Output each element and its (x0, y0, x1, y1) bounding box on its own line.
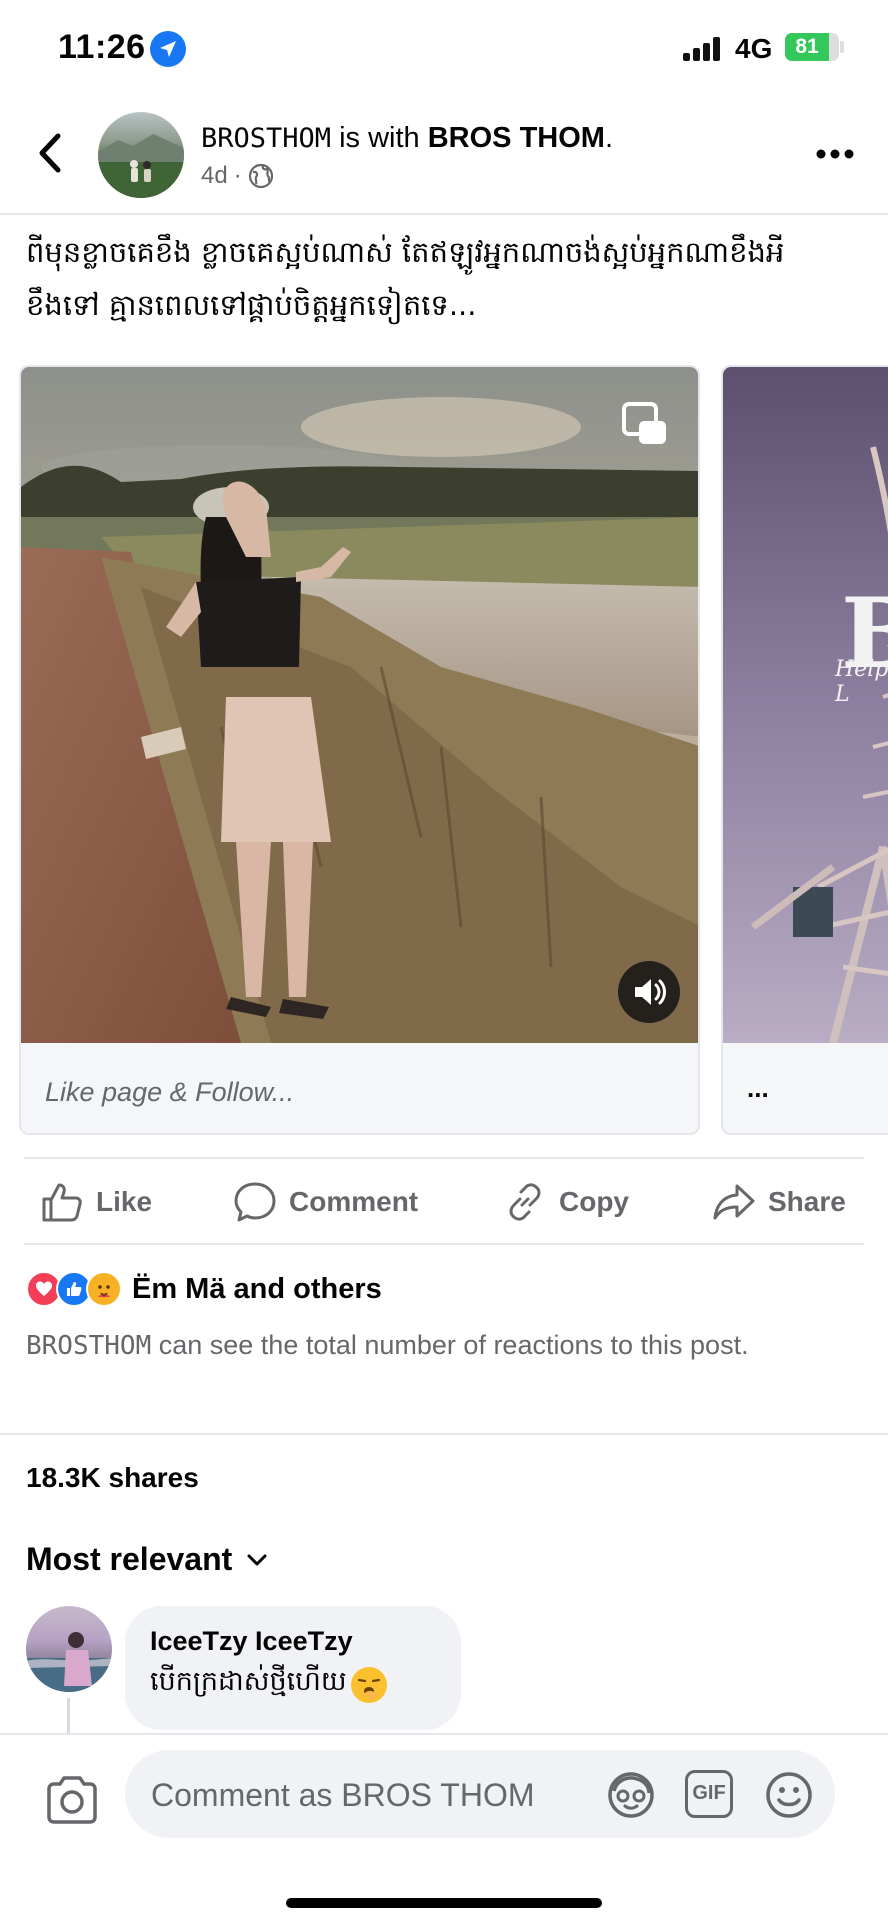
post-photo[interactable]: B Help L (723, 367, 888, 1043)
comment-body: បើកក្រដាស់ថ្មីហើយ (150, 1665, 461, 1704)
post-header: BROSTHOM is with BROS THOM. 4d · (0, 100, 888, 215)
share-button[interactable]: Share (712, 1159, 846, 1245)
battery-icon: 81 (785, 33, 839, 61)
reaction-privacy-note: BROSTHOM can see the total number of rea… (26, 1323, 846, 1368)
home-indicator (286, 1898, 602, 1908)
meta-separator: · (233, 162, 242, 189)
camera-button[interactable] (44, 1775, 100, 1825)
comment-label: Comment (289, 1186, 419, 1217)
emoji-button[interactable] (763, 1769, 815, 1821)
tagged-name[interactable]: BROS THOM (428, 122, 605, 154)
speaker-icon (635, 979, 666, 1005)
like-label: Like (96, 1186, 153, 1217)
comment-input[interactable]: Comment as BROS THOM GIF (125, 1750, 835, 1838)
comment-sort-dropdown[interactable]: Most relevant (26, 1541, 268, 1578)
back-button[interactable] (30, 128, 70, 178)
post-photo[interactable] (21, 367, 698, 1043)
author-page-name[interactable]: BROSTHOM (201, 123, 331, 154)
reaction-names[interactable]: Ëm Mä and others (132, 1273, 382, 1306)
reaction-summary[interactable]: Ëm Mä and others (26, 1268, 382, 1310)
copy-button[interactable]: Copy (503, 1159, 629, 1245)
caption-line: ខឹងទៅ គ្មានពេលទៅផ្គាប់ចិត្តអ្នកទៀតទេ... (26, 288, 477, 322)
comment-text: បើកក្រដាស់ថ្មីហើយ (150, 1666, 347, 1697)
back-arrow-icon (39, 133, 61, 173)
post-caption: ពីមុនខ្លាចគេខឹង ខ្លាចគេស្អប់ណាស់ តែឥឡូវអ… (26, 226, 871, 332)
card-caption[interactable]: Like page & Follow... (21, 1043, 698, 1133)
share-label: Share (768, 1186, 846, 1217)
care-reaction-icon (86, 1271, 122, 1307)
copy-label: Copy (559, 1186, 629, 1217)
sound-toggle-button[interactable] (618, 961, 680, 1023)
like-button[interactable]: Like (40, 1159, 152, 1245)
note-text: can see the total number of reactions to… (151, 1330, 749, 1360)
battery-cap (840, 41, 844, 53)
share-arrow-icon (713, 1184, 755, 1220)
commenter-avatar[interactable] (26, 1606, 112, 1692)
more-options-icon (816, 149, 854, 159)
avatar-sticker-button[interactable] (605, 1769, 657, 1821)
comment-bubble[interactable]: IceeTzy IceeTzy បើកក្រដាស់ថ្មីហើយ (125, 1606, 461, 1730)
smiley-icon (766, 1772, 812, 1818)
page-avatar[interactable] (98, 112, 184, 198)
location-arrow-icon (150, 31, 186, 67)
section-divider (0, 1433, 888, 1435)
comment-bubble-icon (234, 1182, 276, 1222)
comment-author[interactable]: IceeTzy IceeTzy (150, 1626, 461, 1657)
post-author-line: BROSTHOM is with BROS THOM. (201, 122, 613, 155)
comment-placeholder: Comment as BROS THOM (151, 1777, 535, 1813)
caption-line: ពីមុនខ្លាចគេខឹង ខ្លាចគេស្អប់ណាស់ តែឥឡូវអ… (26, 235, 785, 269)
carousel-card[interactable]: B Help L ... (721, 365, 888, 1135)
card-overlay-subtitle: Help L (835, 657, 888, 707)
status-bar: 11:26 4G 81 (0, 0, 888, 100)
share-count[interactable]: 18.3K shares (26, 1462, 199, 1494)
tagged-suffix: . (604, 122, 614, 154)
signal-bars-icon (683, 37, 725, 61)
carousel-card[interactable]: Like page & Follow... (19, 365, 700, 1135)
comment-button[interactable]: Comment (233, 1159, 418, 1245)
with-text: is with (331, 122, 428, 154)
more-options-button[interactable] (815, 145, 855, 163)
battery-level: 81 (795, 35, 819, 58)
network-label: 4G (735, 33, 773, 64)
post-action-bar: Like Comment Copy Share (24, 1157, 864, 1245)
thumbs-up-icon (42, 1183, 82, 1222)
comment-composer: Comment as BROS THOM GIF (0, 1733, 888, 1920)
gif-button[interactable]: GIF (685, 1770, 733, 1818)
note-page-name: BROSTHOM (26, 1331, 152, 1361)
camera-icon (47, 1776, 97, 1824)
sort-label: Most relevant (26, 1541, 233, 1577)
globe-icon (248, 163, 273, 189)
card-caption[interactable]: ... (723, 1043, 888, 1133)
post-meta: 4d · (201, 162, 274, 190)
comment-thread-line (67, 1698, 70, 1738)
link-icon (509, 1183, 541, 1221)
post-time[interactable]: 4d (201, 162, 228, 190)
chevron-down-icon (247, 1554, 267, 1565)
avatar-sticker-icon (608, 1772, 654, 1818)
yawning-face-emoji-icon (350, 1666, 387, 1703)
status-time: 11:26 (58, 28, 146, 66)
multi-photo-icon (622, 402, 666, 444)
